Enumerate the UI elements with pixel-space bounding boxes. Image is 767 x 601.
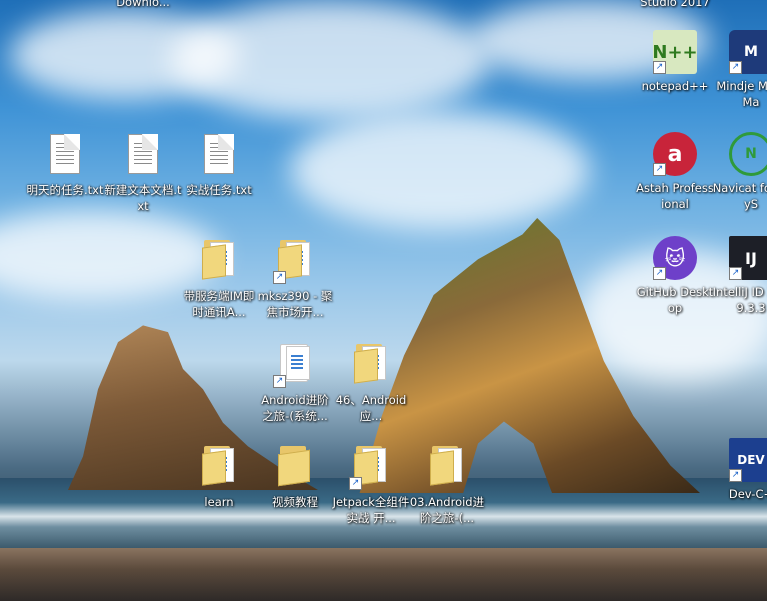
folder-icon	[349, 344, 393, 388]
shortcut-arrow-icon: ↗	[653, 267, 666, 280]
icon-label: GitHub Desktop	[636, 285, 714, 315]
github-icon: 🐱 ↗	[653, 236, 697, 280]
icon-label: 明天的任务.txt	[26, 183, 104, 197]
desktop-icon-navicat[interactable]: N Navicat for MyS	[712, 132, 767, 212]
desktop-icon-folder[interactable]: 视频教程	[256, 442, 334, 510]
icon-label: notepad++	[641, 79, 709, 93]
folder-icon	[197, 240, 241, 284]
desktop-icon-document-shortcut[interactable]: ↗ Android进阶之旅-(系统...	[256, 340, 334, 424]
cloud	[290, 110, 590, 230]
desktop-icon-file[interactable]: 明天的任务.txt	[26, 132, 104, 198]
folder-icon	[273, 446, 317, 490]
icon-label: mksz390 - 聚焦市场开...	[257, 289, 333, 319]
shortcut-arrow-icon: ↗	[273, 271, 286, 284]
icon-label: Navicat for MyS	[712, 181, 767, 211]
folder-icon	[425, 446, 469, 490]
cloud	[170, 0, 490, 120]
shortcut-arrow-icon: ↗	[349, 477, 362, 490]
desktop-icon-visual-studio[interactable]: Studio 2017	[636, 0, 714, 10]
desktop-icon-dev-cpp[interactable]: DEV ↗ Dev-C+	[712, 438, 767, 502]
folder-icon	[197, 446, 241, 490]
word-document-icon: ↗	[273, 344, 317, 388]
icon-label: Studio 2017	[640, 0, 710, 9]
navicat-icon: N	[729, 132, 767, 176]
text-file-icon	[43, 134, 87, 178]
desktop-icon-folder-shortcut[interactable]: ↗ mksz390 - 聚焦市场开...	[256, 236, 334, 320]
intellij-icon: IJ ↗	[729, 236, 767, 280]
icon-label: Mindje MindMa	[716, 79, 767, 109]
dev-cpp-icon: DEV ↗	[729, 438, 767, 482]
mindjet-icon: M ↗	[729, 30, 767, 74]
icon-label: 视频教程	[272, 495, 318, 509]
folder-shortcut-icon: ↗	[349, 446, 393, 490]
icon-label: learn	[204, 495, 234, 509]
shortcut-arrow-icon: ↗	[729, 61, 742, 74]
desktop-icon-file[interactable]: 新建文本文档.txt	[104, 132, 182, 214]
icon-label: 带服务端IM即时通讯A...	[183, 289, 255, 319]
shortcut-arrow-icon: ↗	[729, 267, 742, 280]
desktop-icon-downloads[interactable]: Downlo...	[104, 0, 182, 10]
icon-label: 03.Android进阶之旅-(...	[409, 495, 485, 525]
text-file-icon	[121, 134, 165, 178]
desktop-icon-mindjet[interactable]: M ↗ Mindje MindMa	[712, 30, 767, 110]
shortcut-arrow-icon: ↗	[653, 61, 666, 74]
desktop-icon-folder[interactable]: 03.Android进阶之旅-(...	[408, 442, 486, 526]
desktop-icon-folder[interactable]: 带服务端IM即时通讯A...	[180, 236, 258, 320]
desktop-icon-file[interactable]: 实战任务.txt	[180, 132, 258, 198]
icon-label: 46、Android应...	[335, 393, 407, 423]
desktop-icon-folder-shortcut[interactable]: ↗ Jetpack全组件实战 开...	[332, 442, 410, 526]
icon-label: Dev-C+	[728, 487, 767, 501]
beach	[0, 548, 767, 601]
desktop-icon-astah[interactable]: a ↗ Astah Professional	[636, 132, 714, 212]
icon-label: Downlo...	[116, 0, 170, 9]
shortcut-arrow-icon: ↗	[729, 469, 742, 482]
shortcut-arrow-icon: ↗	[653, 163, 666, 176]
icon-label: IntelliJ ID 2019.3.3	[712, 285, 767, 315]
desktop-icon-github-desktop[interactable]: 🐱 ↗ GitHub Desktop	[636, 236, 714, 316]
icon-label: 新建文本文档.txt	[104, 183, 182, 213]
icon-label: 实战任务.txt	[186, 183, 252, 197]
icon-label: Astah Professional	[636, 181, 714, 211]
notepad-plus-plus-icon: N++ ↗	[652, 30, 698, 74]
desktop-icon-notepad-plus-plus[interactable]: N++ ↗ notepad++	[636, 30, 714, 94]
shortcut-arrow-icon: ↗	[273, 375, 286, 388]
desktop-icon-folder[interactable]: learn	[180, 442, 258, 510]
desktop-icon-intellij[interactable]: IJ ↗ IntelliJ ID 2019.3.3	[712, 236, 767, 316]
icon-label: Jetpack全组件实战 开...	[332, 495, 410, 525]
astah-icon: a ↗	[653, 132, 697, 176]
folder-shortcut-icon: ↗	[273, 240, 317, 284]
icon-label: Android进阶之旅-(系统...	[261, 393, 329, 423]
text-file-icon	[197, 134, 241, 178]
desktop-icon-folder[interactable]: 46、Android应...	[332, 340, 410, 424]
